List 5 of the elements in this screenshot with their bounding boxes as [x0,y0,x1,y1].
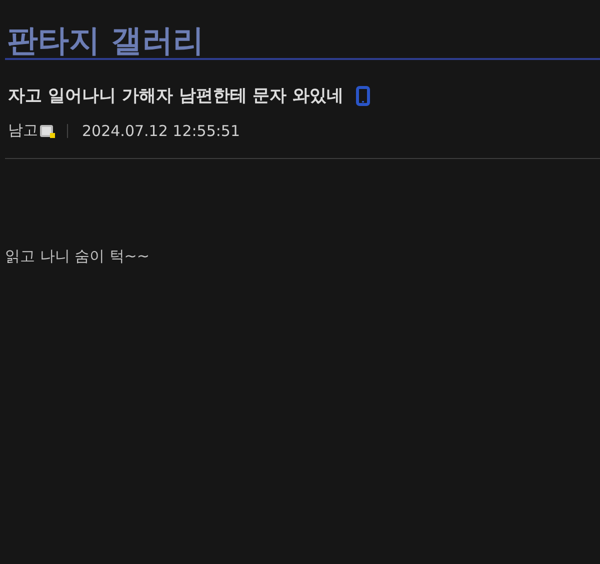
post-date: 2024.07.12 12:55:51 [82,122,240,140]
gallery-title[interactable]: 판타지 갤러리 [5,0,204,58]
post-body: 읽고 나니 숨이 턱~~ [5,247,150,266]
post-title: 자고 일어나니 가해자 남편한테 문자 와있네 [8,85,344,107]
author-name[interactable]: 남고 [8,121,38,140]
